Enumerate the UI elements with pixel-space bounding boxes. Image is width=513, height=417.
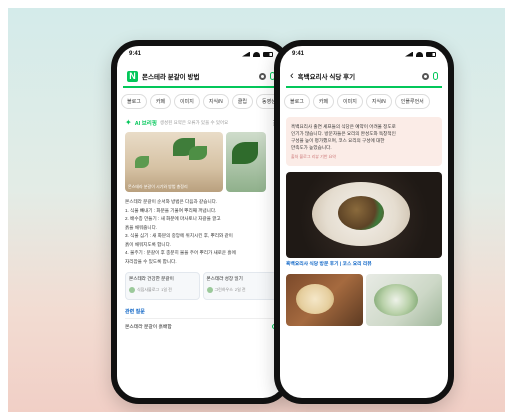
source-cards: 몬스테라 건강한 분갈이 식집사블로그 1일 전 몬스테라 성장 일기 그린하우스… — [117, 266, 285, 300]
related-item[interactable]: 몬스테라 분갈이 흙배합 — [125, 318, 277, 334]
signal-icon — [242, 51, 250, 57]
sparkle-icon: ✦ — [125, 118, 132, 127]
card-title: 몬스테라 건강한 분갈이 — [129, 276, 174, 281]
search-tabs: 블로그 카페 이미지 지식iN 인플루언서 — [280, 88, 448, 113]
status-bar: 9:41 — [280, 46, 448, 62]
photo-caption: 몬스테라 분갈이 시기와 방법 총정리 — [128, 184, 188, 189]
promo-background: 9:41 N 몬스테라 분갈이 방법 블로그 카페 이미지 지식iN 클립 동영… — [8, 8, 505, 412]
tab-blog[interactable]: 블로그 — [121, 94, 147, 109]
search-query[interactable]: 흑백요리사 식당 후기 — [298, 71, 418, 81]
battery-icon — [426, 51, 436, 57]
phone-left: 9:41 N 몬스테라 분갈이 방법 블로그 카페 이미지 지식iN 클립 동영… — [111, 40, 291, 404]
plant-photo-2[interactable] — [226, 132, 266, 192]
dish-photo[interactable] — [365, 274, 442, 326]
dish-photo-main[interactable] — [286, 172, 442, 258]
tab-kin[interactable]: 지식iN — [202, 94, 229, 109]
tab-blog[interactable]: 블로그 — [284, 94, 310, 109]
dish-photo[interactable] — [286, 274, 363, 326]
photo-strip: 몬스테라 분갈이 시기와 방법 총정리 — [117, 130, 285, 192]
phone-right: 9:41 ‹ 흑백요리사 식당 후기 블로그 카페 이미지 지식iN 인플루언서… — [274, 40, 454, 404]
source-card[interactable]: 몬스테라 성장 일기 그린하우스 2일 전 — [202, 272, 277, 300]
mic-icon[interactable] — [433, 72, 438, 80]
ai-briefing-header: ✦ AI 브리핑 생성된 요약은 오류가 있을 수 있어요 ⋮ — [117, 113, 285, 130]
plant-photo[interactable]: 몬스테라 분갈이 시기와 방법 총정리 — [125, 132, 223, 192]
tab-cafe[interactable]: 카페 — [312, 94, 335, 109]
status-bar: 9:41 — [117, 46, 285, 62]
tab-clip[interactable]: 클립 — [231, 94, 253, 109]
tab-cafe[interactable]: 카페 — [149, 94, 172, 109]
ai-disclaimer: 생성된 요약은 오류가 있을 수 있어요 — [159, 120, 229, 125]
status-time: 9:41 — [292, 51, 305, 57]
tab-kin[interactable]: 지식iN — [365, 94, 392, 109]
avatar — [129, 287, 135, 293]
related-title: 관련 질문 — [125, 309, 145, 315]
tab-image[interactable]: 이미지 — [174, 94, 200, 109]
status-time: 9:41 — [129, 51, 142, 57]
dish-caption[interactable]: 흑백요리사 식당 방문 후기 | 코스 요리 리뷰 — [280, 258, 448, 268]
wifi-icon — [416, 51, 423, 57]
ai-briefing-title: AI 브리핑 — [134, 121, 157, 127]
back-icon[interactable]: ‹ — [290, 70, 294, 82]
gear-icon[interactable] — [259, 72, 266, 80]
ai-summary-box: 흑백요리사 출연 셰프들의 식당은 예약이 어려울 정도로 인기가 많습니다. … — [286, 117, 442, 166]
system-icons — [242, 51, 273, 57]
search-tabs: 블로그 카페 이미지 지식iN 클립 동영상 — [117, 88, 285, 113]
search-bar[interactable]: ‹ 흑백요리사 식당 후기 — [286, 66, 442, 88]
tab-image[interactable]: 이미지 — [337, 94, 363, 109]
naver-logo-icon[interactable]: N — [127, 70, 138, 82]
summary-source: 출처 블로그 리뷰 기반 요약 — [291, 154, 336, 159]
signal-icon — [405, 51, 413, 57]
search-query[interactable]: 몬스테라 분갈이 방법 — [142, 71, 255, 81]
avatar — [206, 287, 213, 293]
wifi-icon — [253, 51, 260, 57]
system-icons — [405, 51, 436, 57]
source-card[interactable]: 몬스테라 건강한 분갈이 식집사블로그 1일 전 — [125, 272, 200, 300]
battery-icon — [263, 51, 273, 57]
gear-icon[interactable] — [422, 72, 429, 80]
tab-influencer[interactable]: 인플루언서 — [394, 94, 430, 109]
search-bar[interactable]: N 몬스테라 분갈이 방법 — [123, 66, 279, 88]
card-title: 몬스테라 성장 일기 — [206, 276, 243, 281]
ai-summary-text: 몬스테라 분갈이 순서와 방법은 다음과 같습니다. 1. 식물 빼내기 : 화… — [125, 199, 236, 264]
food-shape — [338, 196, 384, 230]
dish-photo-row — [280, 268, 448, 326]
